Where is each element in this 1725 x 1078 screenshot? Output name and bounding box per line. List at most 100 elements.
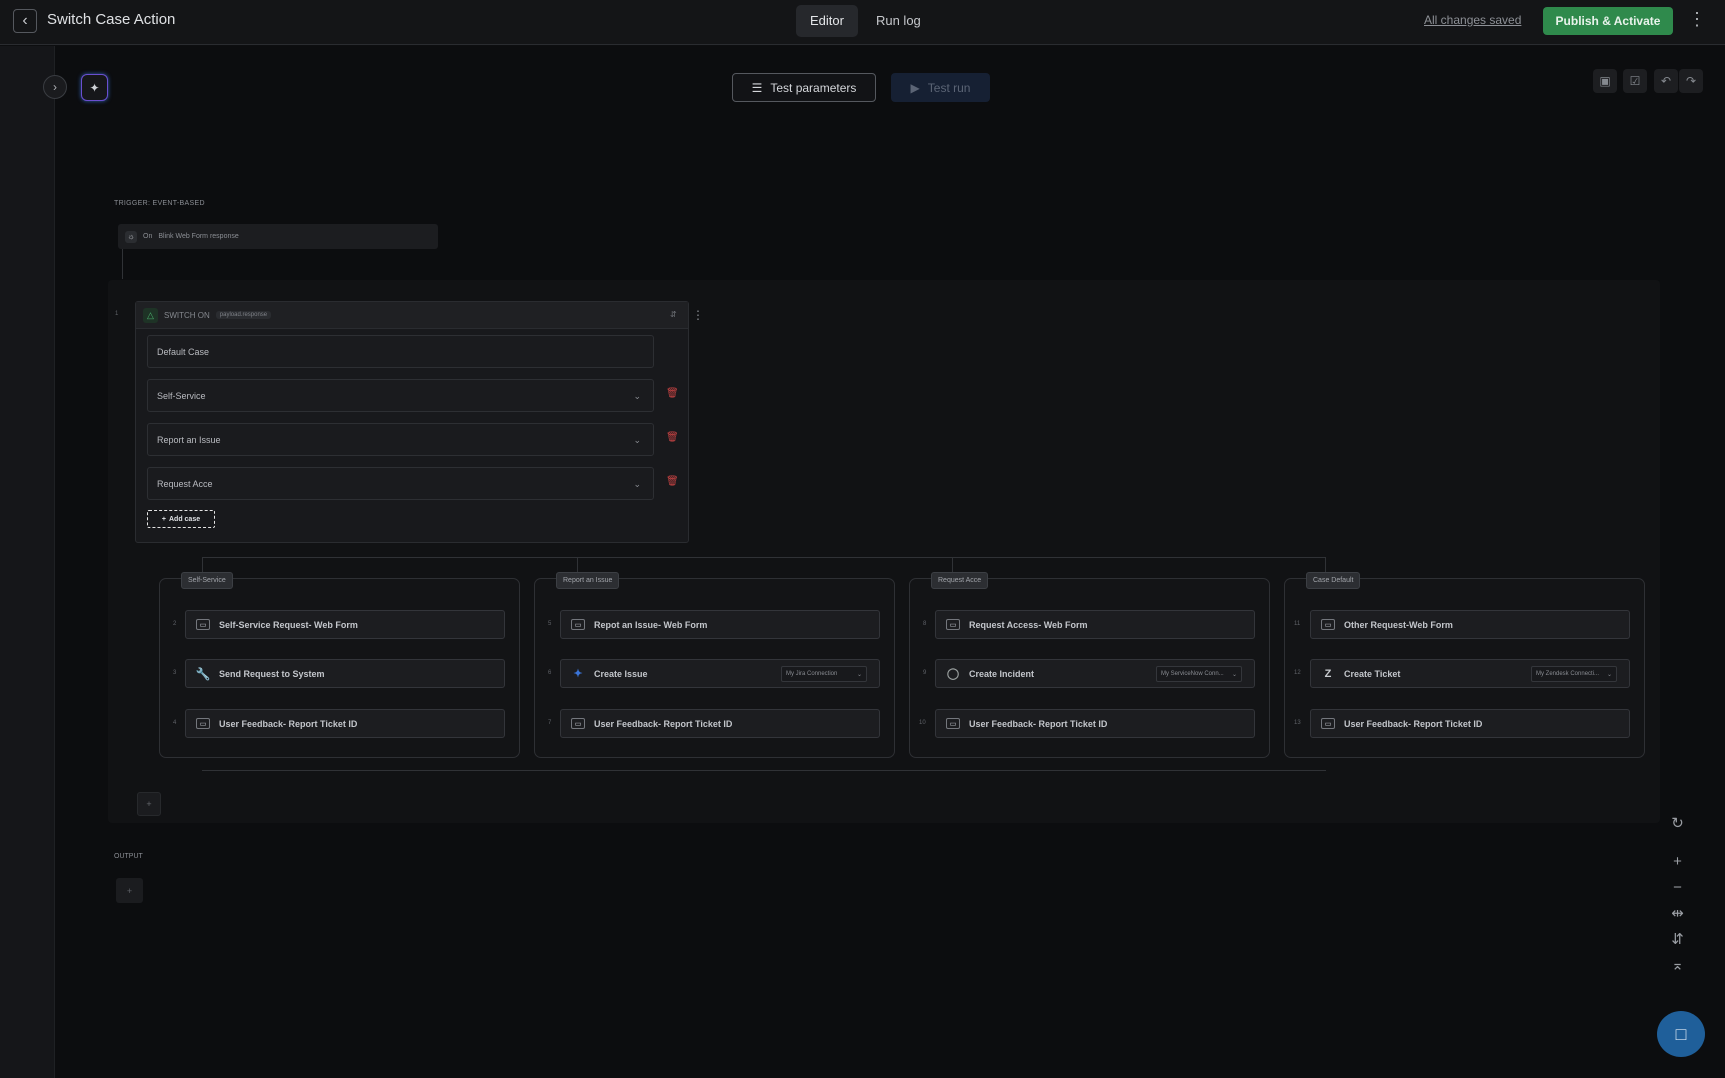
switch-header: △ SWITCH ON payload.response ⇵ xyxy=(136,302,688,329)
connection-label: My Zendesk Connecti... xyxy=(1536,671,1600,677)
step-number: 12 xyxy=(1294,670,1301,676)
save-status-link[interactable]: All changes saved xyxy=(1424,13,1521,27)
workflow-step[interactable]: ▭ User Feedback- Report Ticket ID xyxy=(185,709,505,738)
form-icon: ▭ xyxy=(946,619,960,630)
test-run-button[interactable]: ▶ Test run xyxy=(891,73,990,102)
connection-dropdown[interactable]: My Jira Connection ⌄ xyxy=(781,666,867,682)
servicenow-icon: ◯ xyxy=(946,668,960,680)
workflow-step[interactable]: ▭ Other Request-Web Form xyxy=(1310,610,1630,639)
publish-activate-button[interactable]: Publish & Activate xyxy=(1543,7,1673,35)
add-case-button[interactable]: + Add case xyxy=(147,510,215,528)
undo-icon[interactable]: ↶ xyxy=(1654,69,1678,93)
chevron-down-icon: ⌄ xyxy=(1231,671,1237,678)
chevron-down-icon: ⌄ xyxy=(856,671,862,678)
connection-dropdown[interactable]: My ServiceNow Conn... ⌄ xyxy=(1156,666,1242,682)
workflow-step[interactable]: ▭ User Feedback- Report Ticket ID xyxy=(560,709,880,738)
jira-icon: ✦ xyxy=(573,668,583,680)
workflow-step-label: Self-Service Request- Web Form xyxy=(219,619,358,630)
step-number: 2 xyxy=(173,621,177,627)
connection-label: My ServiceNow Conn... xyxy=(1161,671,1224,677)
workflow-step-label: User Feedback- Report Ticket ID xyxy=(594,718,733,729)
workflow-step[interactable]: ▭ Self-Service Request- Web Form xyxy=(185,610,505,639)
case-lane-tag[interactable]: Self-Service xyxy=(181,572,233,589)
workflow-step-label: Create Ticket xyxy=(1344,668,1401,679)
trigger-section-label: TRIGGER: EVENT-BASED xyxy=(114,200,205,207)
reset-view-icon[interactable]: ↻ xyxy=(1664,810,1691,836)
validate-icon[interactable]: ☑ xyxy=(1623,69,1647,93)
workflow-step[interactable]: ▭ Request Access- Web Form xyxy=(935,610,1255,639)
case-dropdown[interactable]: Report an Issue ⌄ xyxy=(147,423,654,456)
workflow-step[interactable]: ✦ Create Issue My Jira Connection ⌄ xyxy=(560,659,880,688)
workflow-step-label: Request Access- Web Form xyxy=(969,619,1088,630)
switch-title: SWITCH ON xyxy=(164,310,210,320)
add-case-label: Add case xyxy=(168,515,201,523)
switch-param-pill[interactable]: payload.response xyxy=(215,311,272,319)
branch-connector-line xyxy=(202,557,1326,558)
default-case-field[interactable]: Default Case xyxy=(147,335,654,368)
form-icon: ▭ xyxy=(196,718,210,729)
case-lane-tag[interactable]: Case Default xyxy=(1306,572,1361,589)
switch-node-card[interactable]: △ SWITCH ON payload.response ⇵ Default C… xyxy=(135,301,689,543)
step-number: 1 xyxy=(115,311,119,317)
fit-height-icon[interactable]: ⇵ xyxy=(1664,926,1691,952)
more-menu-icon[interactable]: ⋮ xyxy=(1688,9,1706,30)
fit-width-icon[interactable]: ⇹ xyxy=(1664,900,1691,926)
zoom-in-icon[interactable]: + xyxy=(1664,848,1691,874)
case-lane-tag[interactable]: Request Acce xyxy=(931,572,989,589)
collapse-icon[interactable]: ⌅ xyxy=(1664,952,1691,978)
workflow-step-label: Create Issue xyxy=(594,668,648,679)
page-title: Switch Case Action xyxy=(47,11,176,28)
step-number: 4 xyxy=(173,720,177,726)
delete-case-icon[interactable]: 🗑 xyxy=(666,388,679,399)
connection-dropdown[interactable]: My Zendesk Connecti... ⌄ xyxy=(1531,666,1617,682)
workflow-step[interactable]: Z Create Ticket My Zendesk Connecti... ⌄ xyxy=(1310,659,1630,688)
case-label: Request Acce xyxy=(157,478,213,489)
zoom-out-icon[interactable]: − xyxy=(1664,874,1691,900)
redo-icon[interactable]: ↷ xyxy=(1679,69,1703,93)
workflow-step[interactable]: 🔧 Send Request to System xyxy=(185,659,505,688)
case-dropdown[interactable]: Request Acce ⌄ xyxy=(147,467,654,500)
delete-case-icon[interactable]: 🗑 xyxy=(666,476,679,487)
workflow-step[interactable]: ◯ Create Incident My ServiceNow Conn... … xyxy=(935,659,1255,688)
workflow-step-label: User Feedback- Report Ticket ID xyxy=(1344,718,1483,729)
chat-icon: □ xyxy=(1675,1023,1687,1044)
back-button[interactable]: ‹ xyxy=(13,9,37,33)
workflow-step[interactable]: ▭ User Feedback- Report Ticket ID xyxy=(935,709,1255,738)
ai-assistant-icon[interactable]: ✦ xyxy=(81,74,108,101)
add-output-button[interactable]: + xyxy=(116,878,143,903)
case-dropdown[interactable]: Self-Service ⌄ xyxy=(147,379,654,412)
step-number: 6 xyxy=(548,670,552,676)
tab-run-log[interactable]: Run log xyxy=(862,5,935,37)
workflow-step-label: Send Request to System xyxy=(219,668,325,679)
expand-panel-button[interactable]: › xyxy=(43,75,67,99)
chat-support-button[interactable]: □ xyxy=(1657,1011,1705,1057)
delete-case-icon[interactable]: 🗑 xyxy=(666,432,679,443)
trigger-node[interactable]: ☼ On Blink Web Form response xyxy=(118,224,438,249)
workflow-step[interactable]: ▭ Repot an Issue- Web Form xyxy=(560,610,880,639)
wrench-icon: 🔧 xyxy=(195,666,211,681)
archive-icon[interactable]: ▣ xyxy=(1593,69,1617,93)
form-icon: ▭ xyxy=(946,718,960,729)
workflow-step[interactable]: ▭ User Feedback- Report Ticket ID xyxy=(1310,709,1630,738)
test-run-label: Test run xyxy=(927,80,971,95)
test-parameters-button[interactable]: ☰ Test parameters xyxy=(732,73,876,102)
case-lane-tag[interactable]: Report an Issue xyxy=(556,572,620,589)
branch-connector-line xyxy=(1325,557,1326,572)
branch-connector-line xyxy=(577,557,578,572)
test-parameters-label: Test parameters xyxy=(770,80,857,95)
sort-icon[interactable]: ⇵ xyxy=(670,310,677,319)
workflow-step-label: Repot an Issue- Web Form xyxy=(594,619,708,630)
top-bar: ‹ Switch Case Action Editor Run log All … xyxy=(0,0,1725,45)
chevron-down-icon: ⌄ xyxy=(1606,671,1612,678)
default-case-label: Default Case xyxy=(157,346,210,357)
tab-editor[interactable]: Editor xyxy=(796,5,858,37)
workflow-step-label: User Feedback- Report Ticket ID xyxy=(969,718,1108,729)
form-icon: ▭ xyxy=(571,718,585,729)
switch-more-icon[interactable]: ⋮ xyxy=(692,308,704,322)
workflow-step-label: User Feedback- Report Ticket ID xyxy=(219,718,358,729)
connector-line xyxy=(122,249,123,279)
add-step-button[interactable]: + xyxy=(137,792,161,816)
form-icon: ▭ xyxy=(571,619,585,630)
chevron-down-icon: ⌄ xyxy=(633,391,641,401)
left-rail xyxy=(0,46,55,1078)
